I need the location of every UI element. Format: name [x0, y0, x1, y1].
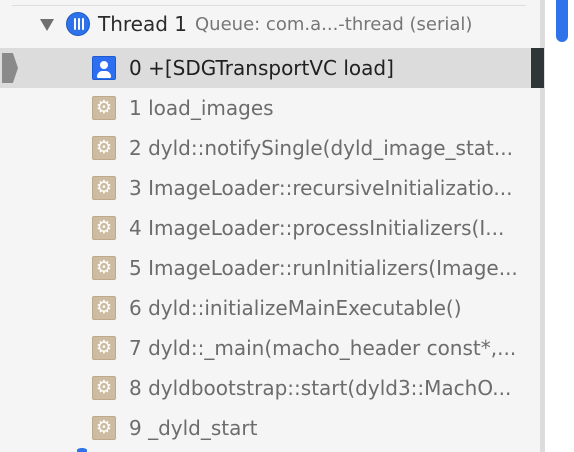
- stack-frame-label: 5 ImageLoader::runInitializers(Image...: [129, 256, 518, 280]
- current-frame-marker-icon: [2, 53, 18, 83]
- stack-frame-label: 8 dyldbootstrap::start(dyld3::MachO...: [129, 376, 512, 400]
- thread-icon: [66, 12, 90, 36]
- disclosure-triangle-icon[interactable]: [40, 19, 54, 31]
- stack-frame-label: 3 ImageLoader::recursiveInitializatio...: [129, 176, 513, 200]
- stack-frame-label: 7 dyld::_main(macho_header const*,...: [129, 336, 517, 360]
- system-gear-icon: ⚙: [92, 216, 116, 240]
- stack-frame-row[interactable]: ⚙ 2 dyld::notifySingle(dyld_image_stat..…: [0, 128, 544, 168]
- stack-frame-row[interactable]: ⚙ 5 ImageLoader::runInitializers(Image..…: [0, 248, 544, 288]
- system-gear-icon: ⚙: [92, 96, 116, 120]
- thread-name: Thread 1: [98, 12, 188, 36]
- system-gear-icon: ⚙: [92, 256, 116, 280]
- stack-frame-label: 6 dyld::initializeMainExecutable(): [129, 296, 462, 320]
- stack-frame-list: 0 +[SDGTransportVC load] ⚙ 1 load_images…: [0, 48, 544, 448]
- system-gear-icon: ⚙: [92, 416, 116, 440]
- stack-frame-row[interactable]: ⚙ 3 ImageLoader::recursiveInitializatio.…: [0, 168, 544, 208]
- system-gear-icon: ⚙: [92, 296, 116, 320]
- stack-frame-label: 0 +[SDGTransportVC load]: [129, 56, 394, 80]
- stack-frame-row[interactable]: ⚙ 9 _dyld_start: [0, 408, 544, 448]
- system-gear-icon: ⚙: [92, 376, 116, 400]
- stack-frame-row[interactable]: ⚙ 1 load_images: [0, 88, 544, 128]
- stack-frame-row[interactable]: ⚙ 4 ImageLoader::processInitializers(I..…: [0, 208, 544, 248]
- stack-frame-row[interactable]: ⚙ 7 dyld::_main(macho_header const*,...: [0, 328, 544, 368]
- user-code-icon: [92, 56, 116, 80]
- stack-frame-label: 4 ImageLoader::processInitializers(I...: [129, 216, 505, 240]
- thread-queue: Queue: com.a...-thread (serial): [195, 13, 473, 35]
- vertical-scrollbar[interactable]: [544, 0, 574, 452]
- system-gear-icon: ⚙: [92, 136, 116, 160]
- system-gear-icon: ⚙: [92, 176, 116, 200]
- scrollbar-thumb[interactable]: [556, 0, 568, 42]
- next-thread-icon: [77, 448, 87, 452]
- stack-frame-label: 2 dyld::notifySingle(dyld_image_stat...: [129, 136, 513, 160]
- stack-frame-label: 1 load_images: [129, 96, 274, 120]
- stack-frame-row[interactable]: 0 +[SDGTransportVC load]: [0, 48, 544, 88]
- system-gear-icon: ⚙: [92, 336, 116, 360]
- stack-frame-row[interactable]: ⚙ 8 dyldbootstrap::start(dyld3::MachO...: [0, 368, 544, 408]
- editor-edge: [531, 48, 544, 88]
- stack-frame-row[interactable]: ⚙ 6 dyld::initializeMainExecutable(): [0, 288, 544, 328]
- stack-frame-label: 9 _dyld_start: [129, 416, 258, 440]
- thread-row[interactable]: Thread 1 Queue: com.a...-thread (serial): [0, 0, 528, 48]
- debug-navigator: Thread 1 Queue: com.a...-thread (serial)…: [0, 0, 574, 452]
